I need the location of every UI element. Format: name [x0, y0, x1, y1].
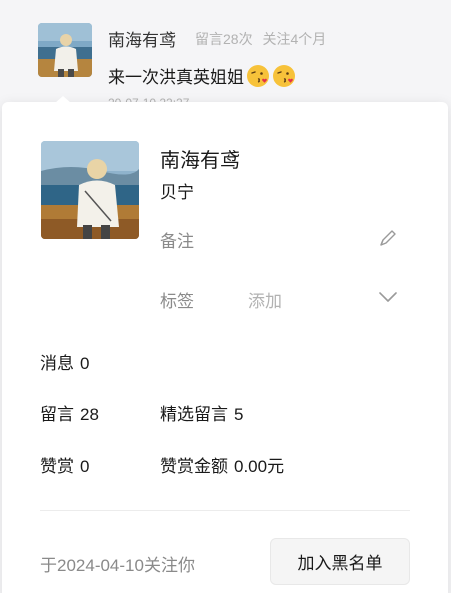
stat-selected-comments: 精选留言 5	[160, 400, 243, 425]
comment-text: 来一次洪真英姐姐	[108, 68, 244, 87]
pencil-icon[interactable]	[378, 228, 398, 248]
profile-avatar[interactable]	[41, 141, 139, 239]
stat-messages: 消息 0	[40, 349, 89, 374]
remark-label: 备注	[160, 232, 194, 251]
chevron-down-icon[interactable]	[378, 290, 398, 304]
comment-item: 南海有鸢 留言28次 关注4个月 来一次洪真英姐姐 20-07-10 22:27	[0, 0, 451, 110]
user-profile-popover: 南海有鸢 贝宁 备注 标签 添加 消息 0 留言 28 精选留言 5 赞赏 0 赞赏金额…	[2, 102, 448, 593]
comment-nickname[interactable]: 南海有鸢	[108, 26, 176, 51]
comment-text-line: 来一次洪真英姐姐	[108, 63, 296, 88]
tag-add-placeholder[interactable]: 添加	[248, 287, 282, 312]
comment-avatar[interactable]	[38, 23, 92, 77]
stat-label: 留言	[40, 405, 74, 424]
tag-label: 标签	[160, 292, 194, 311]
stat-label: 赞赏金额	[160, 457, 228, 476]
follow-duration: 关注4个月	[262, 31, 327, 47]
follow-date: 于2024-04-10关注你	[40, 556, 195, 575]
profile-nickname: 南海有鸢	[160, 150, 240, 172]
comment-count: 留言28次	[195, 31, 253, 47]
divider	[40, 510, 410, 511]
profile-remark-name: 贝宁	[160, 183, 194, 202]
stat-value: 0.00元	[234, 457, 285, 476]
stat-value: 0	[80, 457, 90, 476]
stat-label: 精选留言	[160, 405, 228, 424]
stat-rewards: 赞赏 0	[40, 452, 89, 477]
kiss-face-emoji-icon	[273, 64, 295, 87]
add-to-blacklist-button[interactable]: 加入黑名单	[270, 538, 410, 585]
stat-reward-amount: 赞赏金额 0.00元	[160, 452, 284, 477]
stat-comments: 留言 28	[40, 400, 99, 425]
stat-label: 赞赏	[40, 457, 74, 476]
stat-value: 0	[80, 354, 90, 373]
popover-arrow	[55, 96, 71, 103]
stat-label: 消息	[40, 354, 74, 373]
stat-value: 28	[80, 405, 99, 424]
stat-value: 5	[234, 405, 244, 424]
kiss-face-emoji-icon	[247, 64, 269, 87]
comment-meta: 留言28次 关注4个月	[195, 29, 326, 49]
